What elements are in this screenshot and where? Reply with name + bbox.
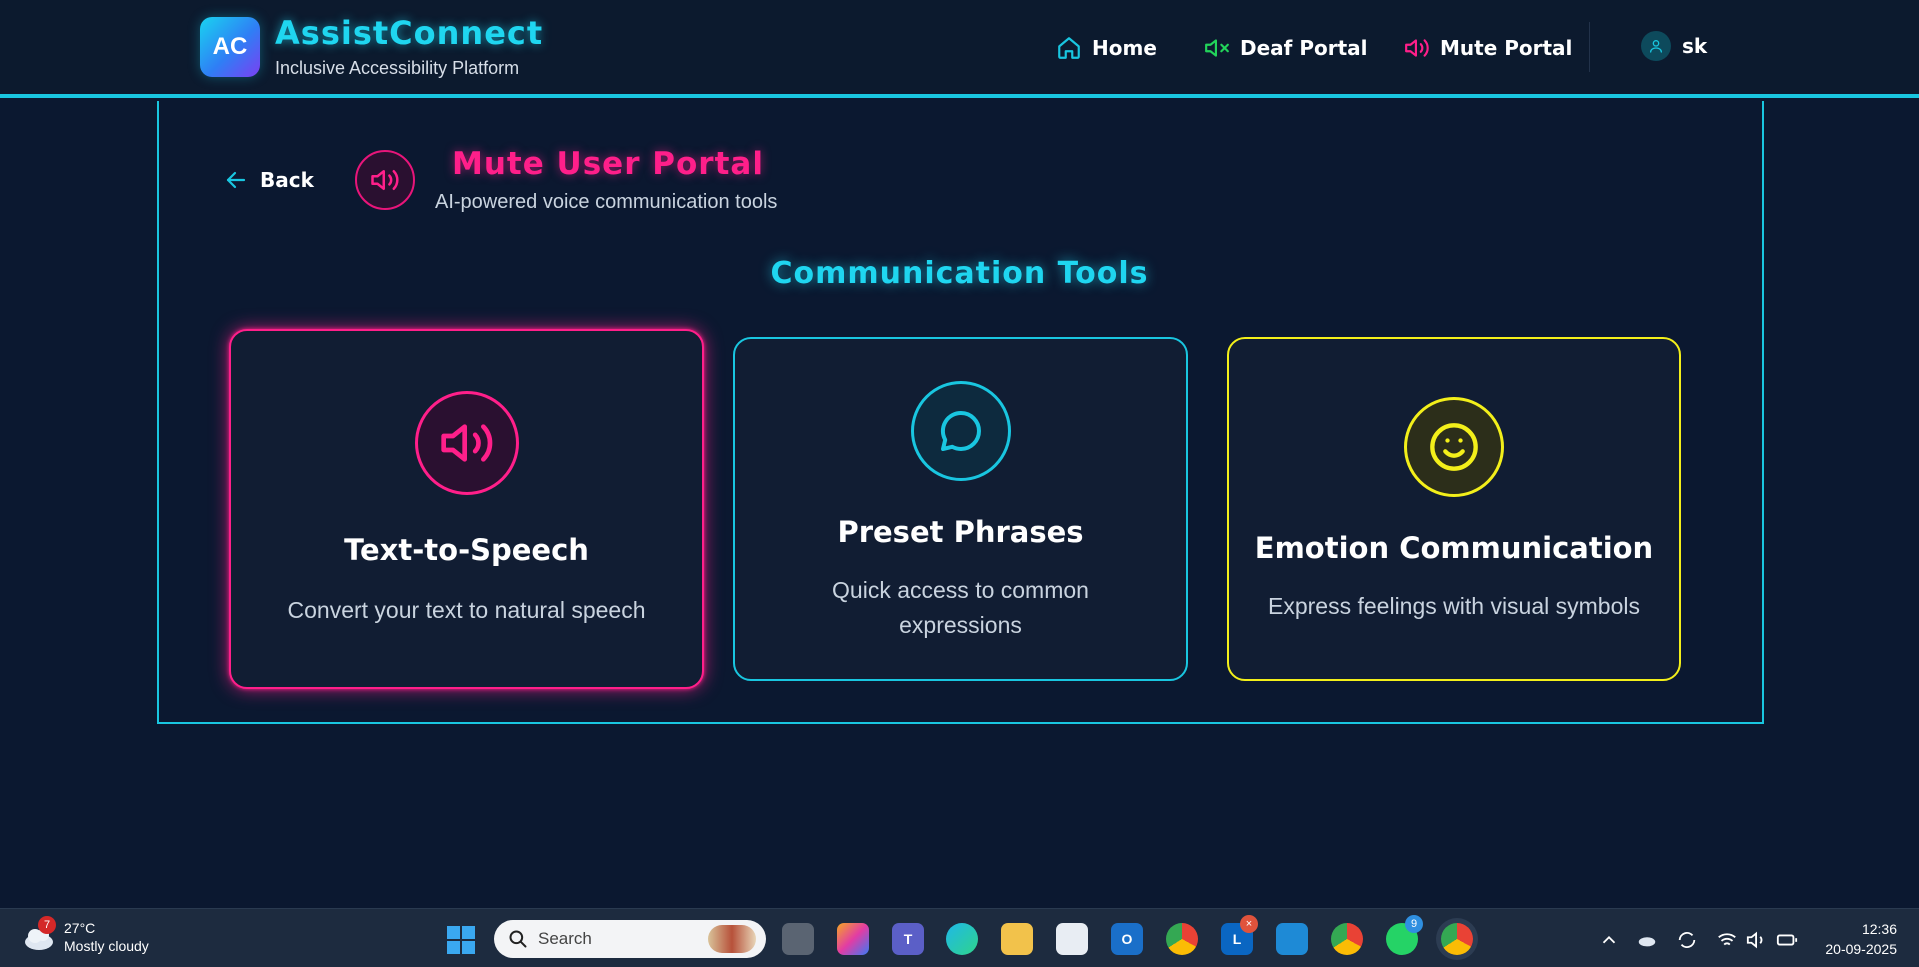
phrases-icon-circle: [910, 381, 1011, 481]
section-title: Communication Tools: [770, 256, 1149, 291]
chrome-active-icon[interactable]: [1441, 923, 1473, 955]
onedrive-cloud-icon[interactable]: [1636, 929, 1658, 951]
user-icon: [1650, 40, 1662, 53]
search-highlight-icon: [708, 925, 756, 953]
user-name[interactable]: sk: [1682, 34, 1707, 58]
chat-bubble-icon: [940, 410, 981, 451]
card-description-line-2: expressions: [899, 612, 1022, 638]
search-icon: [509, 930, 527, 948]
nav-mute-label: Mute Portal: [1440, 36, 1573, 60]
edge-icon[interactable]: [946, 923, 978, 955]
arrow-left-icon: [226, 171, 246, 189]
ms-store-icon[interactable]: [1056, 923, 1088, 955]
home-icon: [1058, 37, 1080, 59]
app-tagline: Inclusive Accessibility Platform: [275, 58, 520, 78]
speaker-mute-icon: [1205, 39, 1229, 57]
task-view-icon[interactable]: [782, 923, 814, 955]
speaker-wave-icon: [1405, 39, 1429, 57]
system-clock[interactable]: 12:36 20-09-2025: [1825, 919, 1897, 959]
page-title: Mute User Portal: [452, 146, 764, 182]
copilot-icon[interactable]: [837, 923, 869, 955]
chevron-up-icon[interactable]: [1598, 929, 1620, 951]
windows-taskbar: 7 27°C Mostly cloudy Search T O L × 9 12…: [0, 908, 1919, 967]
nav-home-label: Home: [1092, 36, 1157, 60]
card-title: Preset Phrases: [837, 515, 1084, 549]
chrome-profile-icon[interactable]: [1331, 923, 1363, 955]
card-description: Convert your text to natural speech: [287, 597, 646, 623]
outlook-icon[interactable]: O: [1111, 923, 1143, 955]
nav-home[interactable]: Home: [1056, 33, 1157, 63]
notification-close-badge: ×: [1240, 915, 1258, 933]
card-preset-phrases[interactable]: Preset Phrases Quick access to common ex…: [733, 337, 1188, 681]
card-title: Text-to-Speech: [344, 533, 589, 567]
back-label: Back: [260, 168, 314, 192]
battery-icon[interactable]: [1776, 929, 1798, 951]
card-description-line-1: Quick access to common: [832, 577, 1089, 603]
windows-start-icon[interactable]: [446, 925, 476, 955]
card-description: Express feelings with visual symbols: [1268, 593, 1640, 619]
logo-initials: AC: [212, 33, 248, 60]
whatsapp-badge: 9: [1405, 915, 1423, 933]
weather-alert-badge: 7: [38, 916, 56, 934]
weather-condition: Mostly cloudy: [64, 938, 149, 954]
taskbar-search[interactable]: Search: [494, 920, 766, 958]
nav-mute-portal[interactable]: Mute Portal: [1404, 33, 1572, 63]
clock-time: 12:36: [1861, 921, 1897, 937]
emotion-icon-circle: [1404, 397, 1504, 497]
volume-icon[interactable]: [1746, 929, 1768, 951]
wifi-icon[interactable]: [1716, 929, 1738, 951]
file-explorer-icon[interactable]: [1001, 923, 1033, 955]
nav-deaf-label: Deaf Portal: [1240, 36, 1368, 60]
speaker-wave-icon: [371, 170, 399, 190]
chrome-icon[interactable]: [1166, 923, 1198, 955]
vscode-icon[interactable]: [1276, 923, 1308, 955]
back-button[interactable]: Back: [224, 168, 314, 192]
teams-icon[interactable]: T: [892, 923, 924, 955]
nav-deaf-portal[interactable]: Deaf Portal: [1204, 33, 1368, 63]
search-placeholder: Search: [538, 929, 592, 948]
nav-divider: [1589, 22, 1590, 72]
logo-badge[interactable]: AC: [200, 17, 260, 77]
portal-icon: [355, 150, 415, 210]
weather-temp: 27°C: [64, 920, 96, 936]
user-avatar[interactable]: [1641, 31, 1671, 61]
page-subtitle: AI-powered voice communication tools: [435, 191, 778, 213]
weather-widget[interactable]: 7 27°C Mostly cloudy: [22, 916, 149, 955]
card-title: Emotion Communication: [1254, 531, 1654, 565]
sync-icon[interactable]: [1676, 929, 1698, 951]
clock-date: 20-09-2025: [1825, 941, 1897, 957]
card-emotion-communication[interactable]: Emotion Communication Express feelings w…: [1227, 337, 1681, 681]
card-text-to-speech[interactable]: Text-to-Speech Convert your text to natu…: [229, 329, 704, 689]
smiley-icon: [1430, 423, 1478, 471]
speaker-wave-icon: [440, 424, 492, 462]
tts-icon-circle: [414, 391, 519, 495]
top-header: AC AssistConnect Inclusive Accessibility…: [0, 0, 1919, 98]
app-name[interactable]: AssistConnect: [275, 14, 543, 52]
